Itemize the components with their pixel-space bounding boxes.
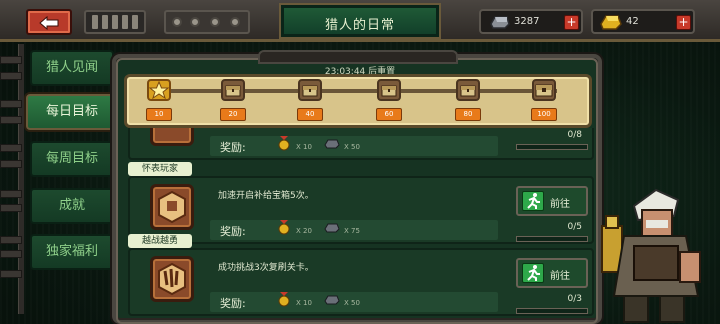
- task-card: 成功挑战3次复刷关卡。 奖励: X 10 X 50 前往 0/3: [128, 248, 594, 316]
- bolt-decoration: [164, 10, 250, 34]
- chest-badge-icon: [150, 184, 194, 230]
- reward-row: 奖励: X 10 X 50: [210, 136, 498, 156]
- task-progress: 0/8: [567, 130, 582, 140]
- task-name: 怀表玩家: [128, 162, 193, 176]
- milestone-label: 40: [297, 108, 323, 121]
- milestone-label: 100: [531, 108, 557, 121]
- milestone-40[interactable]: [298, 79, 322, 101]
- claw-badge-icon: [150, 256, 194, 302]
- hunter-character-image: [601, 188, 701, 323]
- top-bar: 猎人的日常 3287 + 42 +: [0, 0, 720, 42]
- tab-daily-goals[interactable]: 每日目标: [26, 94, 118, 130]
- left-pipe-rail: [0, 44, 30, 324]
- tab-weekly-goals[interactable]: 每周目标: [30, 141, 114, 177]
- page-title: 猎人的日常: [324, 18, 395, 33]
- task-progress-bar: [516, 144, 588, 150]
- milestone-10[interactable]: [147, 79, 171, 101]
- milestone-label: 20: [220, 108, 246, 121]
- vent-decoration: [84, 10, 146, 34]
- star-medal-icon: [148, 80, 170, 100]
- medal-icon: [278, 292, 290, 307]
- milestone-label: 80: [455, 108, 481, 121]
- iron-ingot-icon: [324, 139, 340, 149]
- chest-icon: [225, 85, 241, 97]
- silver-currency-box: 3287 +: [479, 9, 583, 34]
- silver-count: 3287: [514, 16, 540, 27]
- milestone-20[interactable]: [221, 79, 245, 101]
- medal-qty: X 10: [296, 143, 312, 151]
- reset-timer-tab: [258, 50, 458, 64]
- task-progress: 0/3: [567, 294, 582, 304]
- gold-ingot-icon: [600, 15, 622, 30]
- go-label: 前往: [550, 271, 570, 282]
- gold-currency-box: 42 +: [591, 9, 695, 34]
- ingot-qty: X 50: [344, 143, 360, 151]
- go-label: 前往: [550, 199, 570, 210]
- iron-ingot-icon: [324, 295, 340, 305]
- add-silver-button[interactable]: +: [564, 15, 579, 30]
- milestone-80[interactable]: [456, 79, 480, 101]
- milestone-label: 60: [376, 108, 402, 121]
- medal-qty: X 10: [296, 299, 312, 307]
- go-button[interactable]: 前往: [516, 186, 588, 216]
- milestone-60[interactable]: [377, 79, 401, 101]
- medal-icon: [278, 136, 290, 151]
- task-list[interactable]: 奖励: X 10 X 50 0/8 加速开启补给宝箱5次。 奖励: X 20 X: [122, 128, 596, 320]
- task-description: 加速开启补给宝箱5次。: [218, 191, 314, 201]
- gold-count: 42: [626, 16, 639, 27]
- task-item: 成功挑战3次复刷关卡。 奖励: X 10 X 50 前往 0/3 越战越勇: [122, 228, 596, 318]
- ingot-qty: X 50: [344, 299, 360, 307]
- chest-icon: [460, 85, 476, 97]
- tab-hunter-news[interactable]: 猎人见闻: [30, 50, 114, 86]
- milestone-label: 10: [146, 108, 172, 121]
- back-button[interactable]: [26, 9, 72, 35]
- running-man-icon: [522, 263, 544, 283]
- reward-row: 奖励: X 10 X 50: [210, 292, 498, 312]
- add-gold-button[interactable]: +: [676, 15, 691, 30]
- activity-progress-strip: 10 20 40 60 80 100: [124, 74, 592, 128]
- task-description: 成功挑战3次复刷关卡。: [218, 263, 314, 273]
- tab-achievements[interactable]: 成就: [30, 188, 114, 224]
- progress-track: [147, 89, 557, 93]
- go-button[interactable]: 前往: [516, 258, 588, 288]
- silver-ingot-icon: [490, 16, 510, 29]
- task-badge-icon: [150, 128, 194, 146]
- chest-icon: [302, 85, 318, 97]
- milestone-100[interactable]: [532, 79, 556, 101]
- big-chest-icon: [535, 84, 553, 97]
- reward-label: 奖励:: [220, 141, 246, 154]
- running-man-icon: [522, 191, 544, 211]
- chest-icon: [381, 85, 397, 97]
- reward-label: 奖励:: [220, 297, 246, 310]
- task-progress-bar: [516, 308, 588, 314]
- tab-exclusive-benefits[interactable]: 独家福利: [30, 234, 114, 270]
- back-arrow-icon: [39, 15, 59, 31]
- page-title-plate: 猎人的日常: [281, 5, 439, 37]
- task-name: 越战越勇: [128, 234, 193, 248]
